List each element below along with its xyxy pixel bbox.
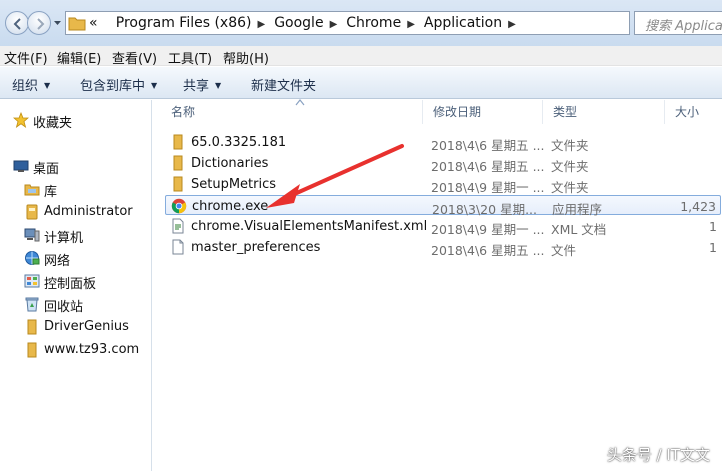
forward-button[interactable] bbox=[27, 11, 51, 35]
file-list-pane: 名称 修改日期 类型 大小 65.0.3325.181 2018\4\6 星期五… bbox=[153, 99, 722, 471]
organize-label: 组织 bbox=[12, 79, 39, 94]
column-header-label: 修改日期 bbox=[433, 105, 482, 119]
file-size: 1 bbox=[709, 240, 717, 255]
file-date: 2018\4\9 星期一 ... bbox=[431, 222, 545, 237]
column-header-label: 名称 bbox=[171, 105, 196, 119]
forward-arrow-icon bbox=[37, 18, 45, 30]
include-in-library-button[interactable]: 包含到库中 ▼ bbox=[80, 75, 157, 94]
menu-file[interactable]: 文件(F) bbox=[4, 48, 48, 67]
network-icon bbox=[25, 251, 40, 265]
file-type: 文件夹 bbox=[551, 138, 589, 153]
file-name: Dictionaries bbox=[191, 156, 269, 171]
file-date: 2018\4\6 星期五 ... bbox=[431, 243, 545, 258]
file-row[interactable]: SetupMetrics 2018\4\9 星期一 ... 文件夹 bbox=[165, 174, 721, 195]
column-header-label: 大小 bbox=[675, 105, 700, 119]
breadcrumb: « Program Files (x86) ▶ Google ▶ Chrome ▶ Appl… bbox=[89, 15, 516, 31]
search-input[interactable]: 搜索 Application bbox=[634, 11, 722, 35]
file-name: master_preferences bbox=[191, 240, 321, 255]
recycle-bin-icon bbox=[25, 297, 39, 312]
file-size: 1 bbox=[709, 219, 717, 234]
navigation-pane: 收藏夹 桌面 库 Administrator 计算机 网络 控制面板 回收站 D… bbox=[0, 100, 152, 471]
chevron-down-icon: ▼ bbox=[215, 81, 222, 90]
nav-favorites-label: 收藏夹 bbox=[33, 116, 73, 131]
watermark: 头条号 / IT文文 bbox=[606, 446, 710, 464]
folder-icon bbox=[68, 17, 86, 31]
file-date: 2018\4\6 星期五 ... bbox=[431, 159, 545, 174]
library-icon bbox=[24, 184, 40, 196]
file-date: 2018\4\6 星期五 ... bbox=[431, 138, 545, 153]
sort-ascending-icon bbox=[295, 99, 305, 106]
back-button[interactable] bbox=[5, 11, 29, 35]
file-row[interactable]: chrome.VisualElementsManifest.xml 2018\4… bbox=[165, 216, 721, 237]
breadcrumb-chrome[interactable]: Chrome bbox=[346, 15, 401, 31]
file-size: 1,423 bbox=[680, 199, 716, 214]
file-type: XML 文档 bbox=[551, 222, 607, 237]
file-row-selected[interactable]: chrome.exe 2018\3\20 星期... 应用程序 1,423 bbox=[165, 195, 721, 217]
star-icon bbox=[13, 112, 29, 128]
nav-item-label: www.tz93.com bbox=[44, 342, 140, 357]
desktop-icon bbox=[13, 160, 29, 172]
file-name: chrome.exe bbox=[192, 199, 269, 214]
menu-view[interactable]: 查看(V) bbox=[112, 48, 157, 67]
nav-item-label: 网络 bbox=[44, 254, 71, 269]
column-header-type[interactable]: 类型 bbox=[543, 100, 665, 124]
menu-help[interactable]: 帮助(H) bbox=[223, 48, 269, 67]
folder-icon bbox=[173, 134, 183, 150]
nav-item-label: 库 bbox=[44, 185, 58, 200]
file-type: 文件夹 bbox=[551, 159, 589, 174]
user-folder-icon bbox=[26, 204, 38, 220]
file-icon bbox=[172, 239, 184, 255]
file-type: 文件夹 bbox=[551, 180, 589, 195]
folder-icon bbox=[27, 342, 37, 358]
nav-item-label: DriverGenius bbox=[44, 319, 129, 334]
nav-item-label: Administrator bbox=[44, 204, 133, 219]
search-placeholder: 搜索 Application bbox=[645, 19, 722, 34]
share-button[interactable]: 共享 ▼ bbox=[183, 75, 221, 94]
nav-item-label: 控制面板 bbox=[44, 277, 97, 292]
address-bar-row: « Program Files (x86) ▶ Google ▶ Chrome ▶ Appl… bbox=[0, 0, 722, 46]
chevron-down-icon: ▼ bbox=[151, 81, 158, 90]
chevron-down-icon: ▼ bbox=[44, 81, 51, 90]
menu-bar: 文件(F) 编辑(E) 查看(V) 工具(T) 帮助(H) bbox=[0, 46, 722, 67]
menu-edit[interactable]: 编辑(E) bbox=[57, 48, 101, 67]
folder-icon bbox=[27, 319, 37, 335]
breadcrumb-application[interactable]: Application bbox=[424, 15, 502, 31]
breadcrumb-google[interactable]: Google bbox=[274, 15, 323, 31]
folder-icon bbox=[173, 155, 183, 171]
organize-button[interactable]: 组织 ▼ bbox=[12, 75, 50, 94]
nav-item-label: 回收站 bbox=[44, 300, 84, 315]
file-row[interactable]: master_preferences 2018\4\6 星期五 ... 文件 1 bbox=[165, 237, 721, 258]
menu-tools[interactable]: 工具(T) bbox=[168, 48, 212, 67]
chrome-icon bbox=[171, 198, 187, 214]
file-name: 65.0.3325.181 bbox=[191, 135, 287, 150]
nav-item-label: 计算机 bbox=[44, 231, 84, 246]
file-date: 2018\4\9 星期一 ... bbox=[431, 180, 545, 195]
file-type: 文件 bbox=[551, 243, 577, 258]
file-name: chrome.VisualElementsManifest.xml bbox=[191, 219, 428, 234]
file-name: SetupMetrics bbox=[191, 177, 277, 192]
computer-icon bbox=[24, 228, 40, 242]
recent-pages-dropdown-icon[interactable] bbox=[53, 18, 62, 28]
file-row[interactable]: 65.0.3325.181 2018\4\6 星期五 ... 文件夹 bbox=[165, 132, 721, 153]
address-bar[interactable]: « Program Files (x86) ▶ Google ▶ Chrome ▶ Appl… bbox=[65, 11, 686, 35]
new-folder-button[interactable]: 新建文件夹 bbox=[251, 75, 316, 94]
command-bar: 组织 ▼ 包含到库中 ▼ 共享 ▼ 新建文件夹 bbox=[0, 67, 722, 99]
nav-desktop-label: 桌面 bbox=[33, 162, 60, 177]
control-panel-icon bbox=[24, 274, 40, 288]
folder-icon bbox=[173, 176, 183, 192]
breadcrumb-program-files[interactable]: Program Files (x86) bbox=[116, 15, 252, 31]
column-header-date[interactable]: 修改日期 bbox=[423, 100, 543, 124]
back-arrow-icon bbox=[13, 18, 21, 30]
include-in-library-label: 包含到库中 bbox=[80, 79, 146, 94]
share-label: 共享 bbox=[183, 79, 210, 94]
xml-file-icon bbox=[172, 218, 184, 234]
column-header-name[interactable]: 名称 bbox=[161, 99, 423, 124]
breadcrumb-overflow[interactable]: « bbox=[89, 15, 98, 31]
column-header-size[interactable]: 大小 bbox=[665, 100, 722, 124]
file-row[interactable]: Dictionaries 2018\4\6 星期五 ... 文件夹 bbox=[165, 153, 721, 174]
column-header-label: 类型 bbox=[553, 105, 578, 119]
